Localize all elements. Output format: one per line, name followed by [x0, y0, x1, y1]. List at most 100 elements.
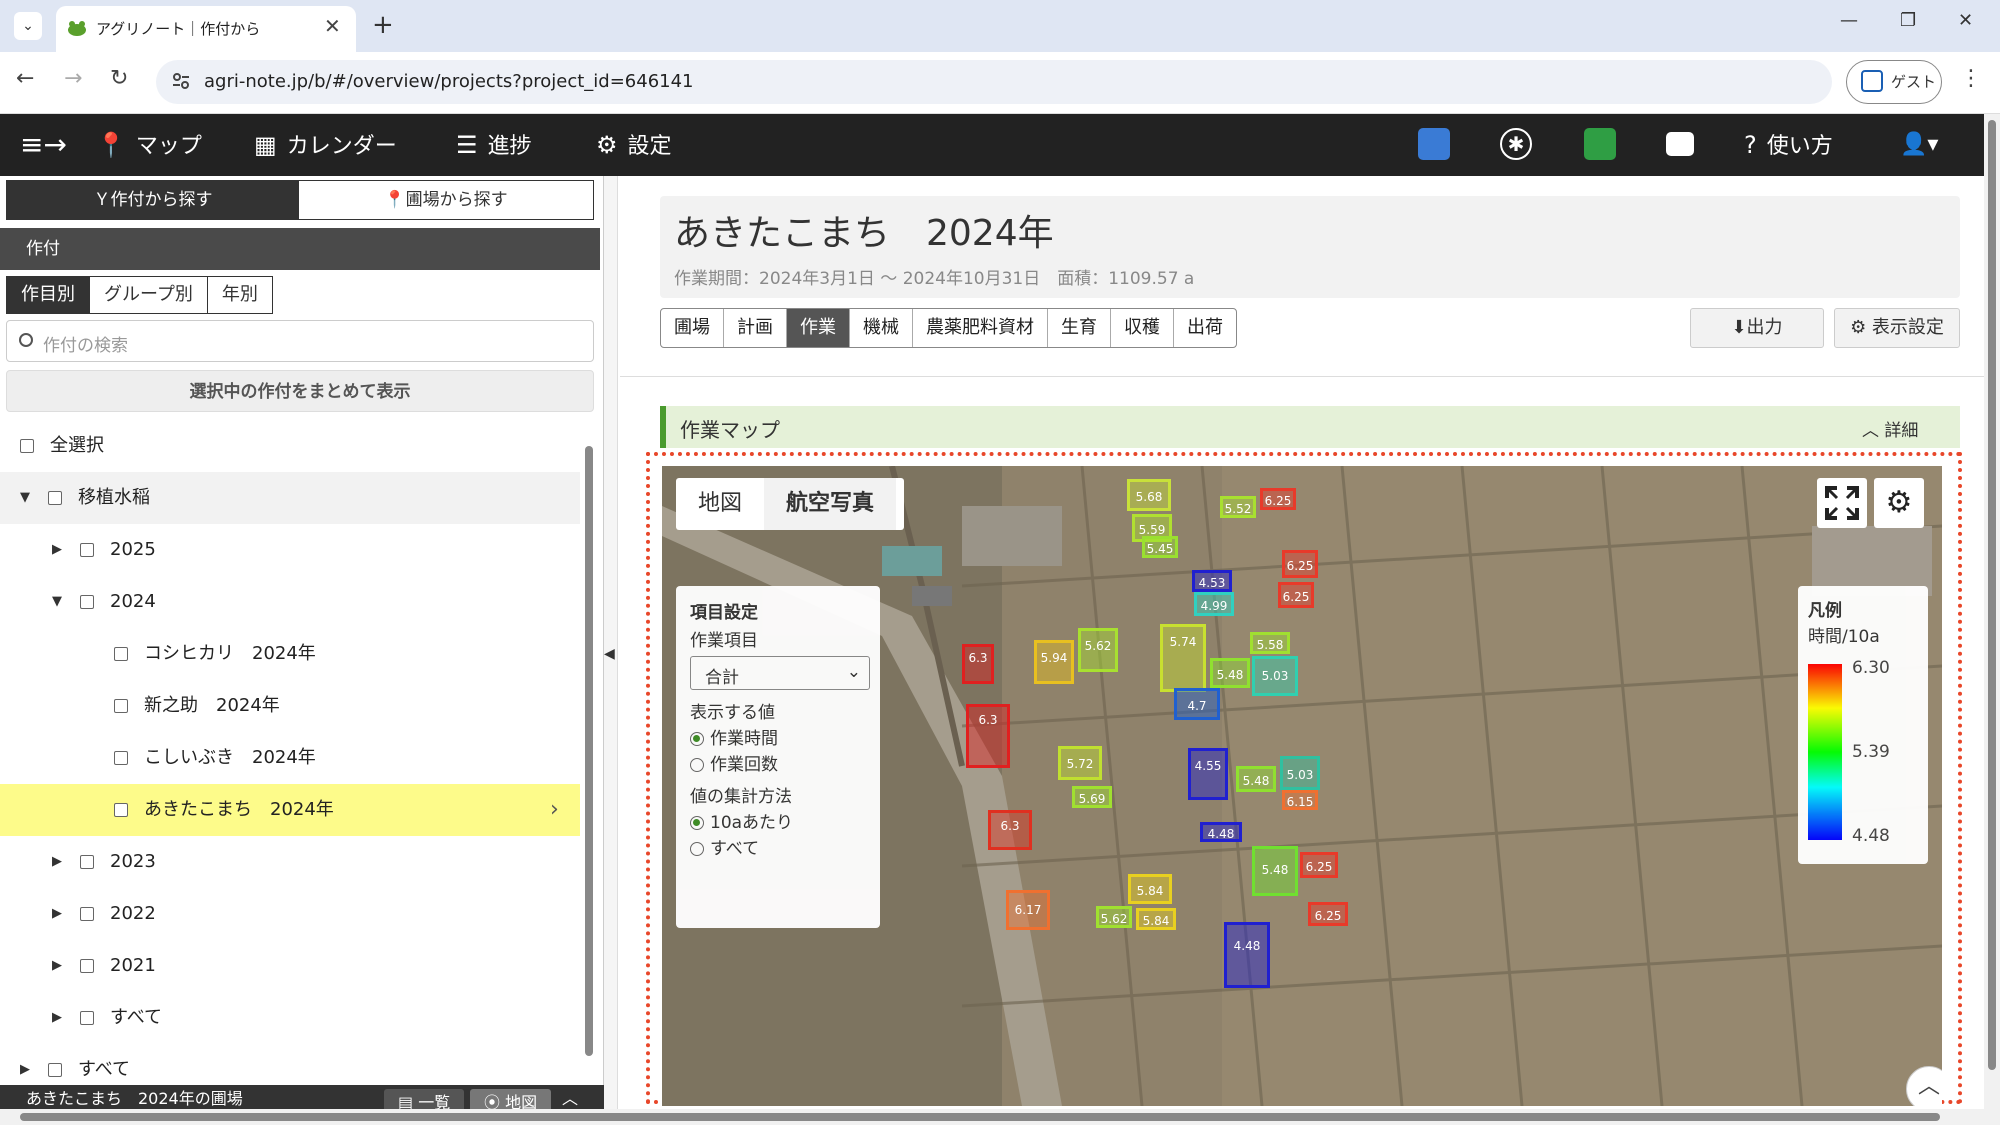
site-settings-icon[interactable] [170, 70, 192, 92]
chat-icon[interactable] [1666, 132, 1694, 156]
checkbox[interactable] [80, 595, 94, 609]
field-plot[interactable]: 6.3 [988, 810, 1032, 850]
checkbox[interactable] [114, 699, 128, 713]
tree-item-year[interactable]: ▼ 2024 [0, 576, 580, 628]
agri-app-icon[interactable]: ✱ [1500, 128, 1532, 160]
tab-close-icon[interactable]: ✕ [324, 14, 341, 38]
tree-item-year[interactable]: ▶ 2023 [0, 836, 580, 888]
field-plot[interactable]: 6.25 [1260, 488, 1296, 510]
tree-item-project[interactable]: こしいぶき 2024年 [0, 732, 580, 784]
tree-item-year[interactable]: ▶ 2025 [0, 524, 580, 576]
field-plot[interactable]: 5.84 [1136, 908, 1176, 930]
nav-settings[interactable]: ⚙ 設定 [596, 114, 672, 176]
field-plot[interactable]: 5.48 [1252, 846, 1298, 896]
expand-toggle-icon[interactable]: ▶ [20, 1044, 30, 1082]
field-plot[interactable]: 6.25 [1282, 550, 1318, 578]
tab-work[interactable]: 作業 [787, 309, 850, 347]
reload-icon[interactable]: ↻ [110, 66, 128, 91]
field-plot[interactable]: 5.74 [1160, 624, 1206, 692]
page-scrollbar[interactable] [1984, 114, 2000, 1109]
field-plot[interactable]: 5.45 [1142, 536, 1178, 558]
sidebar-scrollbar[interactable] [582, 424, 596, 1084]
expand-toggle-icon[interactable]: ▶ [52, 940, 62, 992]
field-plot[interactable]: 6.17 [1006, 890, 1050, 930]
browser-menu-icon[interactable]: ⋮ [1960, 66, 1982, 91]
back-icon[interactable]: ← [16, 66, 34, 91]
work-item-select[interactable]: 合計 ⌄ [690, 656, 870, 690]
detail-toggle[interactable]: ︿ 詳細 [1862, 416, 1918, 441]
tab-materials[interactable]: 農薬肥料資材 [913, 309, 1048, 347]
field-plot[interactable]: 4.48 [1200, 822, 1242, 842]
scrollbar-thumb[interactable] [585, 446, 593, 1056]
minimize-icon[interactable]: — [1840, 10, 1858, 31]
tab-fields[interactable]: 圃場 [661, 309, 724, 347]
nav-progress[interactable]: ☰ 進捗 [456, 114, 532, 176]
field-plot[interactable]: 4.55 [1188, 748, 1228, 800]
help-link[interactable]: ? 使い方 [1744, 114, 1833, 176]
checkbox[interactable] [80, 1011, 94, 1025]
checkbox[interactable] [80, 959, 94, 973]
sheet-app-icon[interactable] [1584, 128, 1616, 160]
field-plot[interactable]: 6.3 [962, 644, 994, 684]
checkbox[interactable] [20, 439, 34, 453]
tab-shipment[interactable]: 出荷 [1174, 309, 1236, 347]
checkbox[interactable] [114, 803, 128, 817]
horizontal-scrollbar[interactable] [0, 1109, 2000, 1125]
expand-toggle-icon[interactable]: ▼ [20, 472, 30, 524]
checkbox[interactable] [48, 1063, 62, 1077]
fullscreen-button[interactable] [1817, 478, 1867, 528]
forward-icon[interactable]: → [64, 66, 82, 91]
tab-growth[interactable]: 生育 [1048, 309, 1111, 347]
checkbox[interactable] [80, 855, 94, 869]
tree-item-year[interactable]: ▶ 2021 [0, 940, 580, 992]
show-selected-button[interactable]: 選択中の作付をまとめて表示 [6, 370, 594, 412]
field-plot[interactable]: 5.03 [1280, 756, 1320, 790]
radio-all[interactable]: すべて [690, 834, 759, 859]
radio-per-10a[interactable]: 10aあたり [690, 808, 793, 833]
tab-harvest[interactable]: 収穫 [1111, 309, 1174, 347]
field-plot[interactable]: 5.84 [1128, 874, 1172, 904]
mgr-app-icon[interactable] [1418, 128, 1450, 160]
expand-toggle-icon[interactable]: ▶ [52, 524, 62, 576]
tree-item-project-selected[interactable]: あきたこまち 2024年 › [0, 784, 580, 836]
tab-by-group[interactable]: グループ別 [90, 277, 208, 313]
map-mode-aerial[interactable]: 航空写真 [764, 478, 897, 530]
tree-item-crop[interactable]: ▶ すべて [0, 1044, 580, 1082]
field-plot[interactable]: 6.25 [1278, 582, 1314, 608]
scrollbar-thumb[interactable] [20, 1113, 1940, 1121]
search-by-field-button[interactable]: 📍圃場から探す [299, 181, 593, 219]
expand-toggle-icon[interactable]: ▶ [52, 836, 62, 888]
field-plot[interactable]: 5.03 [1252, 656, 1298, 696]
scrollbar-thumb[interactable] [1988, 120, 1996, 1070]
aerial-map[interactable]: 5.68 5.59 5.45 5.52 6.25 6.25 6.25 4.53 … [662, 466, 1942, 1106]
tree-item-year[interactable]: ▶ 2022 [0, 888, 580, 940]
expand-toggle-icon[interactable]: ▼ [52, 576, 62, 628]
browser-tab[interactable]: アグリノート｜作付から ✕ [56, 6, 356, 52]
user-menu-icon[interactable]: 👤▾ [1900, 114, 1938, 176]
field-plot[interactable]: 6.25 [1300, 852, 1338, 878]
checkbox[interactable] [80, 543, 94, 557]
field-plot[interactable]: 6.3 [966, 704, 1010, 768]
checkbox[interactable] [80, 907, 94, 921]
tab-by-crop[interactable]: 作目別 [7, 277, 90, 313]
radio-icon[interactable] [690, 758, 704, 772]
field-plot[interactable]: 6.25 [1308, 902, 1348, 926]
field-plot[interactable]: 5.72 [1058, 746, 1102, 780]
radio-icon[interactable] [690, 732, 704, 746]
restore-icon[interactable]: ❐ [1900, 10, 1916, 31]
checkbox[interactable] [114, 647, 128, 661]
field-plot[interactable]: 5.94 [1034, 640, 1074, 684]
tab-machines[interactable]: 機械 [850, 309, 913, 347]
tree-item-crop[interactable]: ▼ 移植水稲 [0, 472, 580, 524]
field-plot[interactable]: 6.15 [1282, 790, 1318, 810]
guest-profile-button[interactable]: ゲスト [1846, 60, 1942, 104]
window-close-icon[interactable]: ✕ [1958, 10, 1973, 31]
crop-search-input[interactable]: 作付の検索 [6, 320, 594, 362]
tree-item-project[interactable]: コシヒカリ 2024年 [0, 628, 580, 680]
field-plot[interactable]: 5.52 [1220, 496, 1256, 518]
checkbox[interactable] [48, 491, 62, 505]
nav-map[interactable]: 📍 マップ [96, 114, 202, 176]
field-plot[interactable]: 5.58 [1250, 632, 1290, 654]
display-settings-button[interactable]: ⚙ 表示設定 [1834, 308, 1960, 348]
expand-toggle-icon[interactable]: ▶ [52, 888, 62, 940]
